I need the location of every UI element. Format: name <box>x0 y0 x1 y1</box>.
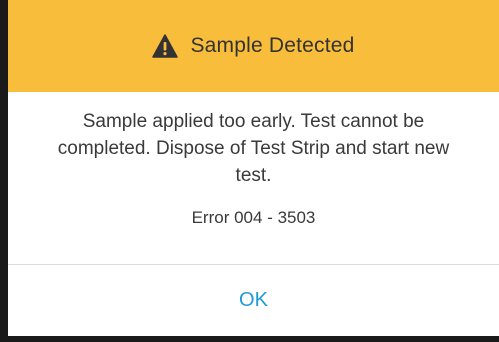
dialog-message: Sample applied too early. Test cannot be… <box>57 111 450 186</box>
warning-triangle-icon <box>152 34 179 58</box>
error-code: Error 004 - 3503 <box>191 208 316 227</box>
dialog-body: Sample applied too early. Test cannot be… <box>8 92 499 264</box>
dialog-title: Sample Detected <box>190 34 355 57</box>
ok-button[interactable]: OK <box>8 265 499 336</box>
screen-background: Sample Detected Sample applied too early… <box>0 0 499 342</box>
alert-dialog: Sample Detected Sample applied too early… <box>8 0 499 336</box>
dialog-header: Sample Detected <box>8 0 499 92</box>
